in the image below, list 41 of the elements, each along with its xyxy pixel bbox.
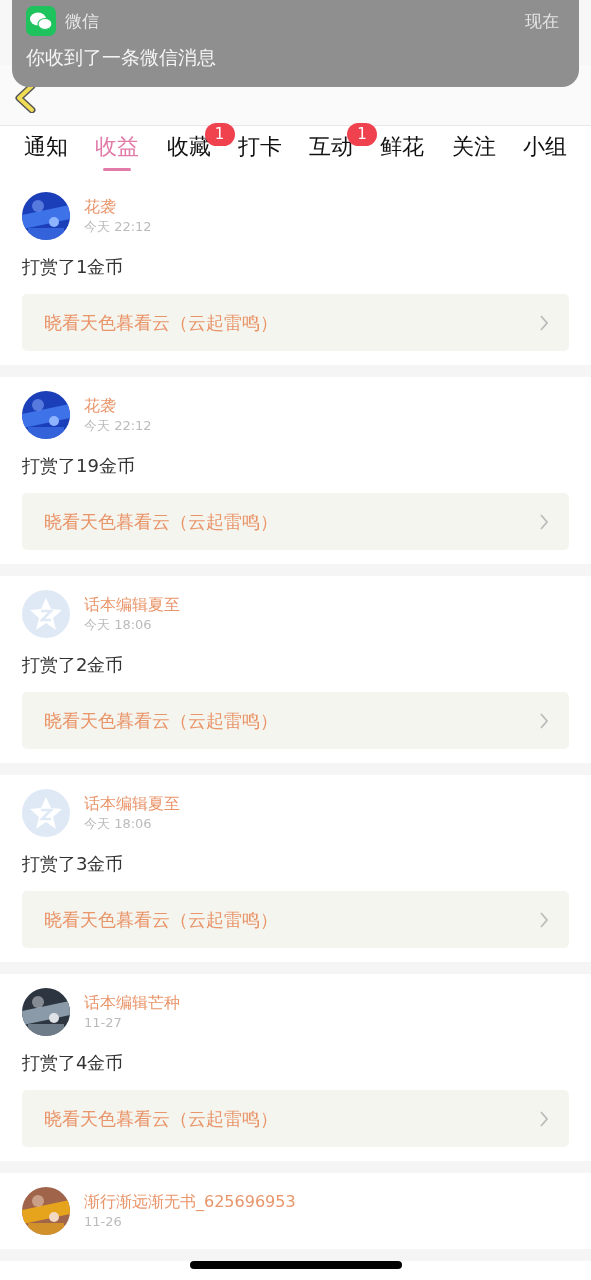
tab[interactable]: 通知: [24, 131, 68, 171]
notification-time: 现在: [525, 9, 559, 33]
chevron-right-icon: [539, 1110, 549, 1127]
notification-message: 你收到了一条微信消息: [26, 45, 217, 70]
book-link[interactable]: 晓看天色暮看云（云起雷鸣）: [22, 1090, 569, 1147]
user-name[interactable]: 话本编辑夏至: [84, 595, 180, 615]
book-link[interactable]: 晓看天色暮看云（云起雷鸣）: [22, 692, 569, 749]
tab[interactable]: 小组: [522, 131, 567, 171]
message-text: 打赏了19金币: [22, 454, 136, 478]
user-name[interactable]: 渐行渐远渐无书_625696953: [84, 1192, 296, 1212]
message-time: 11-26: [84, 1213, 123, 1230]
tab[interactable]: 关注: [451, 131, 496, 171]
chevron-right-icon: [539, 513, 549, 530]
user-name[interactable]: 花袭: [84, 396, 152, 416]
app-name: 微信: [65, 9, 100, 33]
message-text: 打赏了3金币: [22, 852, 125, 876]
user-name[interactable]: 花袭: [84, 197, 152, 217]
book-link[interactable]: 晓看天色暮看云（云起雷鸣）: [22, 493, 569, 550]
tab[interactable]: 收益: [95, 131, 140, 171]
book-link[interactable]: 晓看天色暮看云（云起雷鸣）: [22, 891, 569, 948]
chevron-right-icon: [539, 911, 549, 928]
default-avatar-icon: [22, 590, 70, 638]
chevron-right-icon: [539, 712, 549, 729]
tab-indicator: [103, 168, 132, 171]
book-link[interactable]: 晓看天色暮看云（云起雷鸣）: [22, 294, 569, 351]
message-time: 今天 22:12: [84, 417, 152, 434]
message-time: 今天 18:06: [84, 616, 153, 633]
tab[interactable]: 鲜花: [380, 131, 425, 171]
message-text: 打赏了4金币: [22, 1051, 125, 1075]
message-text: 打赏了1金币: [22, 255, 125, 279]
message-time: 今天 18:06: [84, 815, 153, 832]
user-name[interactable]: 话本编辑夏至: [84, 794, 180, 814]
chat-bubbles-icon: [26, 6, 56, 36]
message-text: 打赏了2金币: [22, 653, 125, 677]
notification-banner[interactable]: 微信 现在 你收到了一条微信消息: [12, 0, 579, 87]
user-name[interactable]: 话本编辑芒种: [84, 993, 180, 1013]
tab[interactable]: 打卡: [237, 131, 282, 171]
default-avatar-icon: [22, 789, 70, 837]
chevron-right-icon: [539, 314, 549, 331]
message-time: 今天 22:12: [84, 218, 152, 235]
message-time: 11-27: [84, 1014, 123, 1031]
